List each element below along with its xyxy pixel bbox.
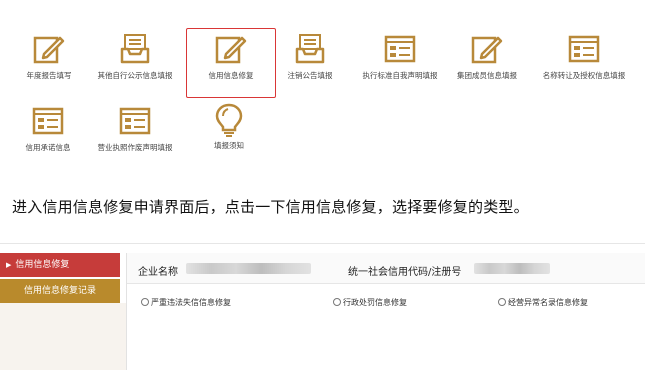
document-form-icon [384,35,416,63]
tile-label: 信用信息修复 [208,71,254,80]
tile-label: 其他自行公示信息填报 [97,71,173,80]
sidebar-item-label: 信用信息修复记录 [23,286,96,296]
tile-credit-commitment[interactable]: 信用承诺信息 [6,104,90,153]
company-name-label: 企业名称 [138,267,178,278]
radio-label: 行政处罚信息修复 [343,298,407,307]
divider [0,243,645,244]
inbox-tray-icon [295,34,325,64]
radio-label: 经营异常名录信息修复 [508,298,588,307]
tile-license-void[interactable]: 营业执照作废声明填报 [93,104,177,153]
tile-deregistration-notice[interactable]: 注销公告填报 [268,32,352,81]
document-form-icon [568,35,600,63]
credit-code-value-redacted [474,263,550,274]
tile-label: 集团成员信息填报 [457,71,517,80]
company-name-value-redacted [186,263,311,274]
radio-abnormal-operation[interactable]: 经营异常名录信息修复 [498,297,588,308]
tile-standard-declaration[interactable]: 执行标准自我声明填报 [358,32,442,81]
tile-label: 年度报告填写 [26,71,72,80]
sidebar-item-credit-repair[interactable]: ▶ 信用信息修复 [0,253,120,277]
tile-label: 执行标准自我声明填报 [362,71,438,80]
play-arrow-icon: ▶ [6,261,12,269]
document-form-icon [32,107,64,135]
tile-annual-report[interactable]: 年度报告填写 [7,32,91,81]
sidebar-item-label: 信用信息修复 [15,260,70,270]
document-form-icon [119,107,151,135]
tile-label: 填报须知 [214,141,244,150]
pencil-square-icon [215,36,247,64]
radio-label: 严重违法失信信息修复 [151,298,231,307]
inbox-tray-icon [120,34,150,64]
tile-other-disclosure[interactable]: 其他自行公示信息填报 [93,32,177,81]
tile-credit-repair[interactable]: 信用信息修复 [186,28,276,98]
tile-name-transfer[interactable]: 名称转让及授权信息填报 [536,32,632,81]
radio-serious-violation[interactable]: 严重违法失信信息修复 [141,297,231,308]
tile-group-member[interactable]: 集团成员信息填报 [445,32,529,81]
tile-label: 营业执照作废声明填报 [97,143,173,152]
tile-label: 注销公告填报 [287,71,333,80]
tile-label: 信用承诺信息 [25,143,71,152]
service-tile-grid: 年度报告填写 其他自行公示信息填报 信用信息修复 注销公告填报 执行标准自我声明… [0,0,656,170]
radio-circle-icon[interactable] [141,297,149,306]
tile-label: 名称转让及授权信息填报 [542,71,626,80]
radio-circle-icon[interactable] [498,297,506,306]
sidebar-item-repair-records[interactable]: 信用信息修复记录 [0,279,120,303]
tile-filing-notes[interactable]: 填报须知 [187,102,271,151]
instruction-caption: 进入信用信息修复申请界面后，点击一下信用信息修复，选择要修复的类型。 [12,198,529,216]
lightbulb-icon [215,103,243,137]
credit-code-label: 统一社会信用代码/注册号 [348,267,462,278]
radio-circle-icon[interactable] [333,297,341,306]
sidebar-background [0,303,126,370]
pencil-square-icon [33,36,65,64]
pencil-square-icon [471,36,503,64]
radio-admin-penalty[interactable]: 行政处罚信息修复 [333,297,407,308]
